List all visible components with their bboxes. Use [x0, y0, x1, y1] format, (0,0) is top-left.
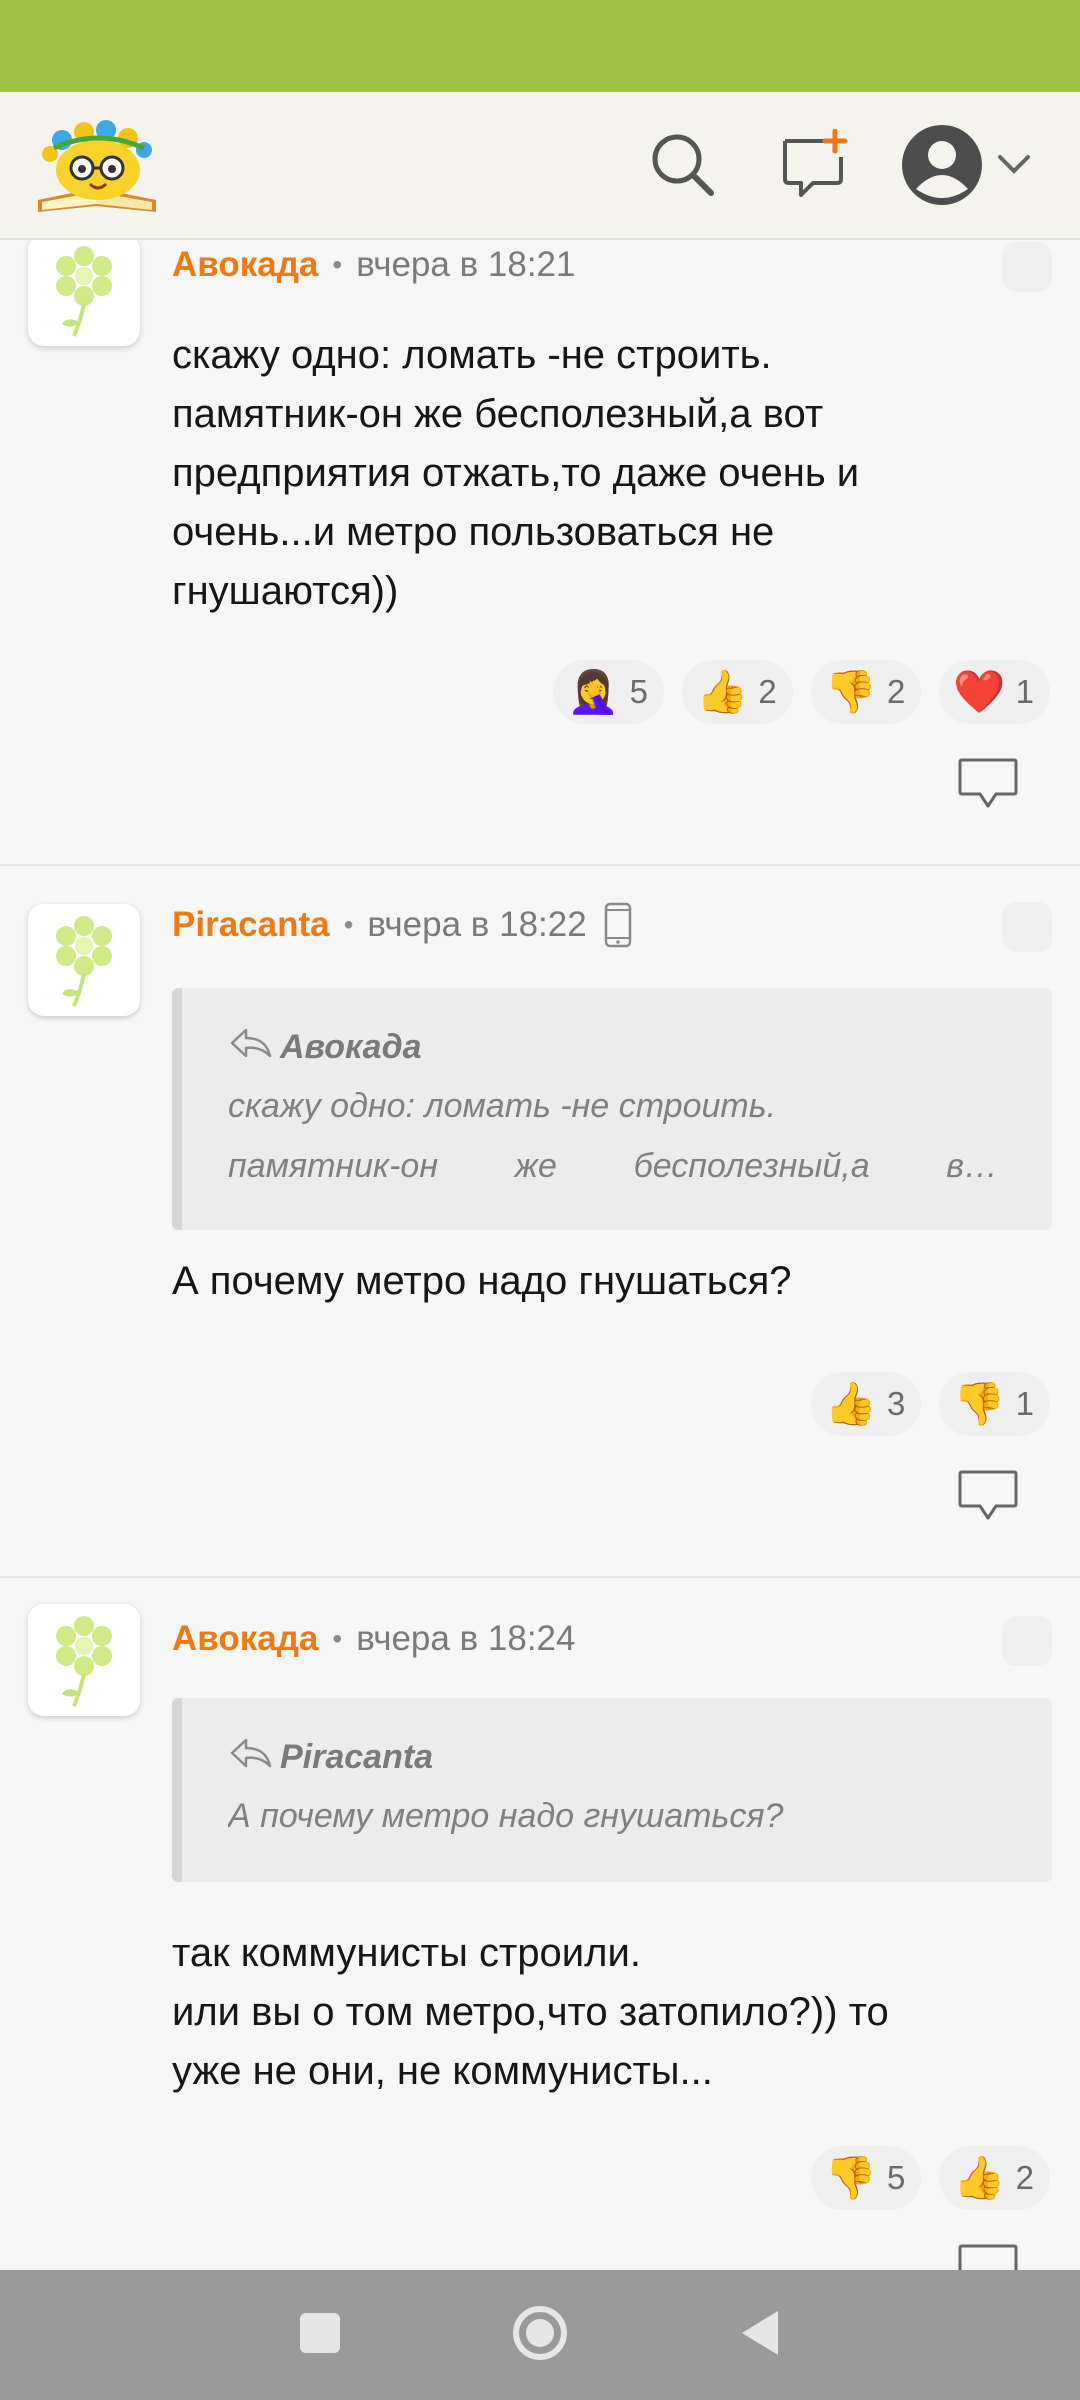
reaction-thumbs-up[interactable]: 👍 2 — [682, 660, 793, 724]
system-nav-bar — [0, 2270, 1080, 2400]
thumbs-up-icon: 👍 — [696, 667, 749, 716]
reactions-bar: 👍 3 👎 1 — [810, 1372, 1050, 1436]
comment-meta: Авокада • вчера в 18:21 — [172, 240, 575, 290]
heart-icon: ❤️ — [953, 667, 1006, 716]
status-bar — [0, 0, 1080, 92]
avatar[interactable] — [28, 904, 140, 1016]
reaction-count: 2 — [1015, 2159, 1034, 2196]
reply-button[interactable] — [956, 756, 1020, 812]
back-button[interactable] — [715, 2290, 805, 2380]
reaction-count: 2 — [886, 673, 906, 710]
meta-separator: • — [332, 1623, 343, 1654]
reaction-thumbs-down[interactable]: 👎 1 — [939, 1372, 1050, 1436]
new-post-button[interactable] — [770, 122, 860, 212]
quote-word: бесполезный,а — [633, 1147, 870, 1185]
search-button[interactable] — [638, 122, 728, 212]
quote-word: в… — [946, 1147, 998, 1185]
reaction-count: 3 — [886, 1385, 906, 1422]
comment-meta: Piracanta • вчера в 18:22 — [172, 900, 633, 950]
reaction-count: 2 — [758, 673, 777, 710]
thumbs-up-icon: 👍 — [824, 1379, 877, 1428]
quote-author-name: Авокада — [280, 1027, 422, 1066]
quote-block[interactable]: Piracanta А почему метро надо гнушаться? — [172, 1698, 1052, 1882]
reaction-thumbs-down[interactable]: 👎 2 — [810, 660, 922, 724]
reaction-thumbs-down[interactable]: 👎 5 — [810, 2146, 922, 2210]
quote-word: памятник-он — [228, 1147, 439, 1185]
comment-text: так коммунисты строили. или вы о том мет… — [172, 1931, 889, 2093]
reaction-facepalm[interactable]: 🤦‍♀️ 5 — [553, 660, 665, 724]
meta-separator: • — [332, 249, 343, 280]
timestamp: вчера в 18:22 — [367, 905, 587, 944]
reactions-bar: 🤦‍♀️ 5 👍 2 👎 2 ❤️ 1 — [553, 660, 1050, 724]
reaction-count: 5 — [629, 673, 649, 710]
user-avatar-icon — [900, 123, 984, 212]
divider — [0, 1576, 1080, 1578]
back-triangle-icon — [738, 2308, 782, 2363]
quote-block[interactable]: Авокада скажу одно: ломать -не строить. … — [172, 988, 1052, 1230]
quote-author: Авокада — [228, 1022, 1052, 1072]
author-name[interactable]: Авокада — [172, 1619, 318, 1659]
reply-button[interactable] — [956, 2242, 1020, 2270]
facepalm-icon: 🤦‍♀️ — [567, 667, 620, 716]
square-icon — [298, 2311, 342, 2360]
meta-separator: • — [343, 909, 354, 940]
quote-text: памятник-он же бесполезный,а в… — [228, 1136, 1052, 1196]
comments-feed: Авокада • вчера в 18:21 скажу одно: лома… — [0, 240, 1080, 2270]
reply-icon — [956, 758, 1020, 816]
avatar[interactable] — [28, 240, 140, 346]
comment-text: А почему метро надо гнушаться? — [172, 1259, 792, 1303]
timestamp: вчера в 18:21 — [356, 245, 576, 284]
reactions-bar: 👎 5 👍 2 — [810, 2146, 1050, 2210]
quote-author-name: Piracanta — [280, 1737, 434, 1776]
thumbs-down-icon: 👎 — [824, 2153, 877, 2202]
reaction-count: 1 — [1015, 1385, 1034, 1422]
reaction-count: 5 — [886, 2159, 906, 2196]
comment-text: скажу одно: ломать -не строить. памятник… — [172, 333, 860, 613]
reply-icon — [956, 1470, 1020, 1528]
home-button[interactable] — [495, 2290, 585, 2380]
comment-menu-button[interactable] — [1002, 1616, 1052, 1666]
new-post-icon — [779, 128, 851, 206]
avatar[interactable] — [28, 1604, 140, 1716]
reply-button[interactable] — [956, 1468, 1020, 1524]
author-name[interactable]: Авокада — [172, 245, 318, 285]
quote-text: скажу одно: ломать -не строить. — [228, 1087, 777, 1125]
recents-button[interactable] — [275, 2290, 365, 2380]
quote-text: А почему метро надо гнушаться? — [228, 1797, 784, 1835]
site-logo[interactable] — [32, 108, 162, 224]
quote-author: Piracanta — [228, 1732, 1052, 1782]
circle-icon — [511, 2304, 569, 2367]
timestamp: вчера в 18:24 — [356, 1619, 576, 1658]
reply-arrow-icon — [228, 1026, 280, 1069]
search-icon — [647, 129, 719, 206]
comment-menu-button[interactable] — [1002, 242, 1052, 292]
chevron-down-icon — [994, 153, 1034, 182]
app-header — [0, 92, 1080, 240]
comment-meta: Авокада • вчера в 18:24 — [172, 1614, 575, 1664]
reply-arrow-icon — [228, 1736, 280, 1779]
reaction-thumbs-up[interactable]: 👍 2 — [939, 2146, 1050, 2210]
reaction-thumbs-up[interactable]: 👍 3 — [810, 1372, 922, 1436]
user-menu-button[interactable] — [892, 122, 1042, 212]
comment-menu-button[interactable] — [1002, 902, 1052, 952]
divider — [0, 864, 1080, 866]
quote-word: же — [514, 1147, 557, 1185]
reaction-count: 1 — [1015, 673, 1034, 710]
reaction-heart[interactable]: ❤️ 1 — [939, 660, 1050, 724]
thumbs-down-icon: 👎 — [953, 1379, 1006, 1428]
mobile-device-icon — [603, 902, 633, 948]
thumbs-down-icon: 👎 — [824, 667, 877, 716]
thumbs-up-icon: 👍 — [953, 2153, 1006, 2202]
author-name[interactable]: Piracanta — [172, 905, 330, 945]
